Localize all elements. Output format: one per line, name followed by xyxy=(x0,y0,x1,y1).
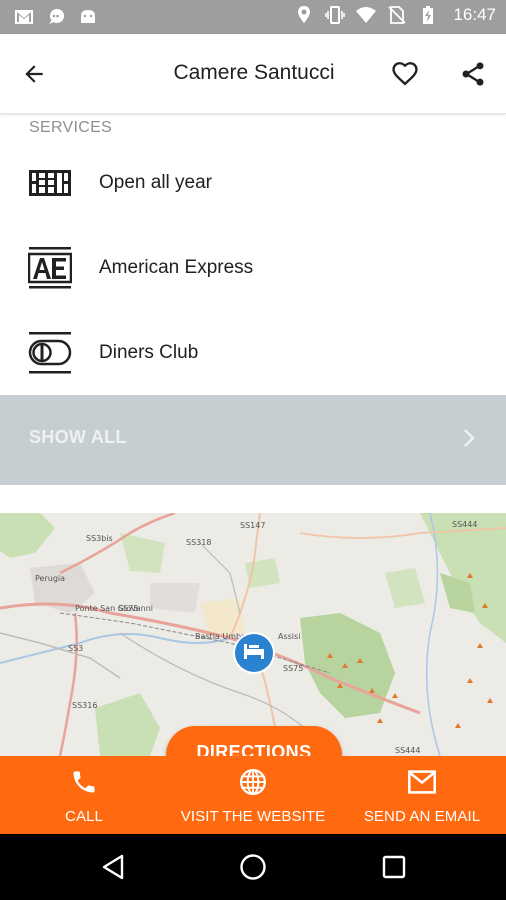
location-icon xyxy=(298,6,311,23)
service-label: Open all year xyxy=(99,172,213,193)
phone-icon xyxy=(73,771,95,793)
action-bar: CALL VISIT THE WEBSITE SEND AN EMAIL xyxy=(0,756,506,834)
map-label: SS75 xyxy=(118,604,138,613)
heart-outline-icon xyxy=(392,62,418,86)
share-icon xyxy=(462,62,484,86)
map-label: Ponte San Giovanni xyxy=(75,604,153,613)
no-sim-icon xyxy=(388,6,407,24)
map-label: SS318 xyxy=(186,538,211,547)
nav-back-button[interactable] xyxy=(96,850,130,884)
visit-website-button[interactable]: VISIT THE WEBSITE xyxy=(170,756,336,834)
service-item-american-express: American Express xyxy=(0,226,506,310)
nav-back-icon xyxy=(102,854,124,880)
amex-icon xyxy=(28,247,72,289)
nav-home-icon xyxy=(240,854,266,880)
map-label: Assisi xyxy=(278,632,300,641)
call-button[interactable]: CALL xyxy=(34,756,134,834)
nav-home-button[interactable] xyxy=(236,850,270,884)
service-item-diners-club: Diners Club xyxy=(0,311,506,395)
gmail-icon xyxy=(15,10,33,24)
diners-club-icon xyxy=(28,332,72,374)
vibrate-icon xyxy=(325,6,346,24)
map-label: SS75 xyxy=(283,664,303,673)
page-title: Camere Santucci xyxy=(173,61,335,84)
android-icon xyxy=(81,10,95,23)
back-button[interactable] xyxy=(16,56,52,92)
app-bar: Camere Santucci xyxy=(0,34,506,114)
map-label: SS3 xyxy=(68,644,83,653)
battery-charging-icon xyxy=(423,6,434,24)
send-email-button[interactable]: SEND AN EMAIL xyxy=(356,756,488,834)
show-all-button[interactable]: SHOW ALL xyxy=(0,395,506,485)
map-label: SS444 xyxy=(395,746,420,755)
service-item-open-all-year: Open all year xyxy=(0,141,506,225)
share-button[interactable] xyxy=(454,56,492,92)
chat-icon xyxy=(49,9,64,24)
status-bar: 16:47 xyxy=(0,0,506,34)
map-label: SS316 xyxy=(72,701,97,710)
nav-recents-icon xyxy=(382,855,406,879)
wifi-icon xyxy=(356,7,377,23)
map-label: SS3bis xyxy=(86,534,113,543)
services-header: SERVICES xyxy=(29,119,113,136)
screen: 16:47 Camere Santucci SERVICES Open all … xyxy=(0,0,506,900)
nav-recents-button[interactable] xyxy=(377,850,411,884)
visit-website-label: VISIT THE WEBSITE xyxy=(180,808,326,825)
map-canvas: Perugia Ponte San Giovanni Bastia Umbra … xyxy=(0,513,506,756)
service-label: American Express xyxy=(99,257,254,278)
favorite-button[interactable] xyxy=(386,56,424,92)
calendar-grid-icon xyxy=(29,170,71,196)
chevron-right-icon xyxy=(464,429,475,447)
status-time: 16:47 xyxy=(453,5,496,24)
mail-icon xyxy=(408,770,436,794)
call-label: CALL xyxy=(65,808,103,825)
service-label: Diners Club xyxy=(99,342,199,363)
globe-icon xyxy=(240,769,266,795)
map-label: SS147 xyxy=(240,521,265,530)
map-label: Perugia xyxy=(35,574,65,583)
send-email-label: SEND AN EMAIL xyxy=(363,808,481,825)
arrow-back-icon xyxy=(25,65,43,83)
navigation-bar xyxy=(0,834,506,900)
map-view[interactable]: Perugia Ponte San Giovanni Bastia Umbra … xyxy=(0,513,506,756)
map-label: SS444 xyxy=(452,520,477,529)
show-all-label: SHOW ALL xyxy=(29,427,127,447)
map-marker[interactable] xyxy=(233,632,275,674)
